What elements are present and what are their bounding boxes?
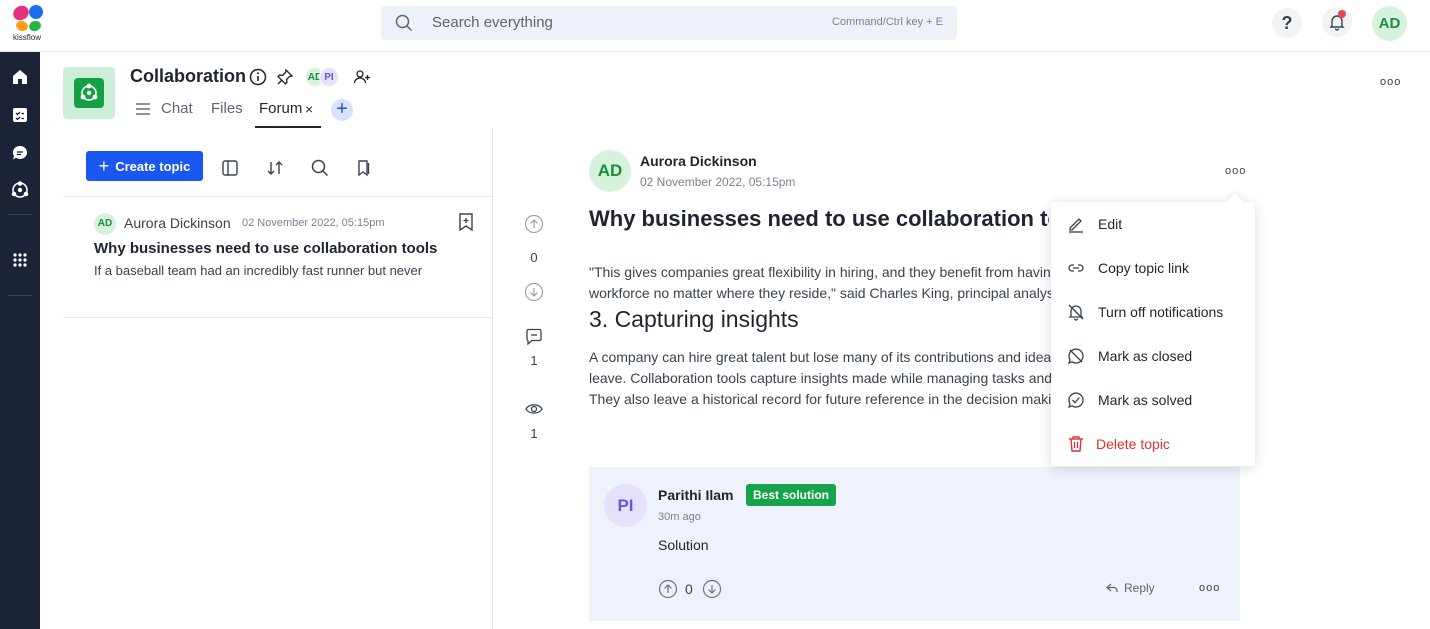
menu-item-copy-link[interactable]: Copy topic link [1051,246,1255,290]
member-avatar[interactable]: PI [319,67,339,87]
post-author: Aurora Dickinson [640,153,757,169]
vote-count: 0 [530,250,538,265]
sort-icon[interactable] [265,158,285,178]
search-icon [395,14,413,32]
post-paragraph: workforce no matter where they reside," … [589,285,1051,301]
reply-time: 30m ago [658,511,701,523]
reply-author-avatar: PI [604,484,647,527]
reply-button[interactable]: Reply [1106,581,1155,595]
bookmarks-icon[interactable] [354,158,374,178]
post-section-heading: 3. Capturing insights [589,306,799,332]
comments-icon[interactable] [524,327,544,347]
reply-card: PI Parithi Ilam Best solution 30m ago So… [589,467,1240,621]
user-avatar[interactable]: AD [1372,6,1407,41]
downvote-icon[interactable] [524,282,544,302]
create-topic-label: Create topic [115,158,191,174]
post-title: Why businesses need to use collaboration… [589,206,1049,231]
bookmark-add-icon[interactable] [458,213,474,231]
panel-toggle-icon[interactable] [220,158,240,178]
reply-vote-count: 0 [685,581,693,597]
post-paragraph: They also leave a historical record for … [589,391,1051,407]
check-circle-icon [1067,391,1085,409]
page-title: Collaboration [130,66,246,86]
menu-item-notifications-off[interactable]: Turn off notifications [1051,290,1255,334]
more-options-icon[interactable]: ooo [1380,76,1401,88]
menu-icon[interactable] [135,101,151,117]
topic-options-menu: Edit Copy topic link Turn off notificati… [1051,202,1255,466]
tab-chat[interactable]: Chat [161,100,193,117]
global-search[interactable]: Search everything Command/Ctrl key + E [381,6,957,40]
reply-label: Reply [1124,581,1155,595]
pin-icon[interactable] [276,68,294,86]
active-tab-indicator [255,126,321,128]
menu-item-delete[interactable]: Delete topic [1051,422,1255,466]
topic-excerpt: If a baseball team had an incredibly fas… [94,263,423,278]
notifications-button[interactable] [1322,7,1352,37]
avatar: AD [94,213,116,235]
search-input[interactable]: Search everything [432,14,553,31]
post-date: 02 November 2022, 05:15pm [640,175,796,189]
bell-off-icon [1067,303,1085,321]
reply-upvote-icon[interactable] [658,579,678,599]
help-button[interactable]: ? [1272,8,1302,38]
search-shortcut-hint: Command/Ctrl key + E [832,16,943,28]
topic-title: Why businesses need to use collaboration… [94,240,438,257]
menu-item-mark-closed[interactable]: Mark as closed [1051,334,1255,378]
rail-divider [8,214,32,215]
menu-item-edit[interactable]: Edit [1051,202,1255,246]
info-icon[interactable] [249,68,267,86]
collaboration-icon[interactable] [5,175,35,205]
tab-files[interactable]: Files [211,100,243,117]
apps-grid-icon[interactable] [5,245,35,275]
view-count: 1 [530,426,538,441]
pencil-icon [1067,215,1085,233]
brand-name: kissflow [13,33,42,42]
search-topics-icon[interactable] [310,158,330,178]
reply-downvote-icon[interactable] [702,579,722,599]
add-tab-button[interactable]: + [331,99,353,121]
left-rail [0,52,40,629]
chat-icon[interactable] [5,138,35,168]
reply-more-options-icon[interactable]: ooo [1199,582,1220,594]
post-more-options-icon[interactable]: ooo [1225,165,1246,177]
add-member-icon[interactable] [353,68,371,86]
collaboration-app-icon [63,67,115,119]
rail-divider [8,295,32,296]
tasks-icon[interactable] [5,100,35,130]
topic-author: Aurora Dickinson [124,215,231,231]
topic-date: 02 November 2022, 05:15pm [242,217,385,229]
home-icon[interactable] [5,62,35,92]
link-icon [1067,259,1085,277]
post-paragraph: A company can hire great talent but lose… [589,349,1051,365]
create-topic-button[interactable]: + Create topic [86,151,203,181]
post-paragraph: "This gives companies great flexibility … [589,264,1051,280]
top-bar: kissflow Search everything Command/Ctrl … [0,0,1430,52]
divider [63,196,492,197]
plus-icon: + [98,156,110,176]
views-icon [524,399,544,419]
tab-close-icon[interactable]: × [305,101,313,117]
divider [63,317,492,318]
post-paragraph: leave. Collaboration tools capture insig… [589,370,1051,386]
trash-icon [1067,435,1085,453]
reply-arrow-icon [1106,583,1118,593]
comment-count: 1 [530,353,538,368]
post-author-avatar: AD [589,150,631,192]
menu-item-mark-solved[interactable]: Mark as solved [1051,378,1255,422]
tab-forum[interactable]: Forum [259,100,302,117]
reply-text: Solution [658,537,709,553]
reply-author: Parithi Ilam [658,487,734,503]
notification-dot [1338,10,1346,18]
closed-icon [1067,347,1085,365]
best-solution-badge: Best solution [746,484,837,506]
upvote-icon[interactable] [524,214,544,234]
pane-divider [492,128,493,629]
